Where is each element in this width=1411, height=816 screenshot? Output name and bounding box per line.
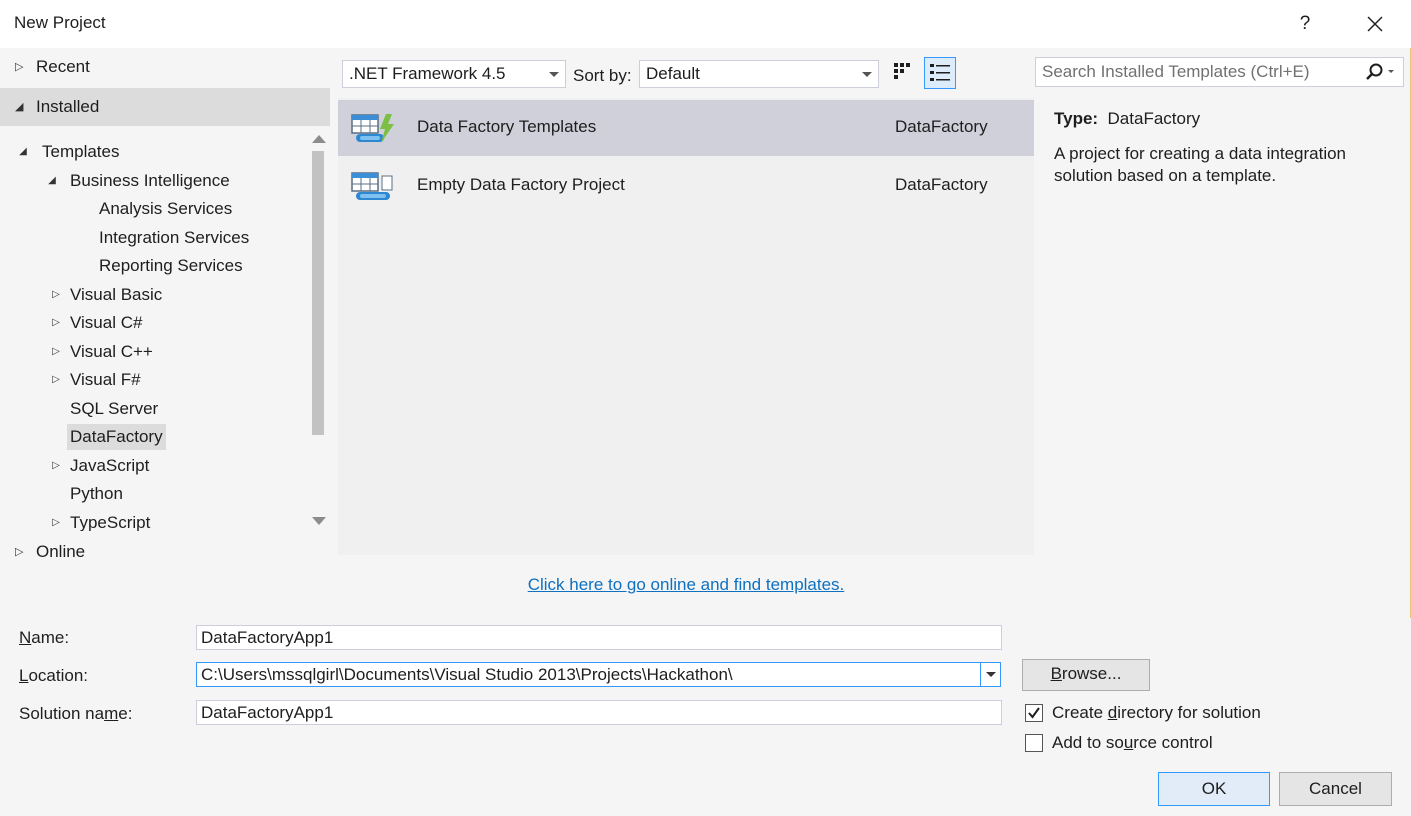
section-installed-label: Installed (36, 97, 100, 116)
sort-dropdown[interactable]: Default (639, 60, 879, 88)
collapse-arrow-icon[interactable]: ◢ (16, 139, 30, 165)
section-installed[interactable]: ◢ Installed (0, 88, 330, 126)
add-source-control-label[interactable]: Add to source control (1052, 732, 1213, 754)
search-icon[interactable] (1362, 62, 1398, 82)
create-directory-label[interactable]: Create directory for solution (1052, 702, 1261, 724)
sort-value: Default (646, 64, 700, 83)
tree-item-label: DataFactory (67, 424, 166, 450)
name-label: Name: (19, 628, 70, 647)
template-item[interactable]: Data Factory Templates DataFactory (338, 100, 1034, 156)
section-online-label: Online (36, 542, 86, 561)
tree-item-label: Python (70, 484, 123, 503)
chevron-down-icon (862, 72, 872, 77)
scroll-down-icon[interactable] (312, 517, 326, 525)
search-placeholder: Search Installed Templates (Ctrl+E) (1042, 62, 1310, 81)
expand-arrow-icon: ▷ (15, 61, 24, 73)
location-field[interactable]: C:\Users\mssqlgirl\Documents\Visual Stud… (196, 662, 981, 687)
solution-name-field[interactable]: DataFactoryApp1 (196, 700, 1002, 725)
expand-arrow-icon: ▷ (15, 546, 24, 558)
data-factory-templates-icon (351, 114, 394, 143)
framework-value: .NET Framework 4.5 (349, 64, 506, 83)
tree-item-label: Visual C# (70, 313, 143, 332)
dialog-title: New Project (14, 13, 106, 32)
add-source-control-checkbox[interactable] (1025, 734, 1043, 752)
tree-item-label: JavaScript (70, 456, 150, 475)
template-type: DataFactory (895, 175, 988, 194)
small-icons-view-button[interactable] (887, 57, 919, 89)
section-recent-label: Recent (36, 57, 90, 76)
location-value: C:\Users\mssqlgirl\Documents\Visual Stud… (201, 665, 733, 684)
template-item[interactable]: Empty Data Factory Project DataFactory (338, 158, 1034, 214)
expand-arrow-icon[interactable]: ▷ (49, 282, 63, 308)
cancel-button[interactable]: Cancel (1279, 772, 1392, 806)
chevron-down-icon (986, 672, 996, 677)
scroll-thumb[interactable] (312, 151, 324, 435)
details-type-value: DataFactory (1107, 109, 1201, 128)
list-view-icon (930, 64, 950, 81)
expand-arrow-icon[interactable]: ▷ (49, 310, 63, 336)
details-type-line: Type: DataFactory (1054, 108, 1394, 130)
expand-arrow-icon[interactable]: ▷ (49, 510, 63, 531)
template-tree[interactable]: ◢ Templates ◢ Business Intelligence Anal… (0, 129, 330, 531)
tree-item-label: Visual Basic (70, 285, 163, 304)
section-online[interactable]: ▷ Online (0, 533, 330, 571)
empty-data-factory-icon (351, 172, 393, 200)
tree-item-label: Integration Services (99, 228, 250, 247)
search-templates-input[interactable]: Search Installed Templates (Ctrl+E) (1035, 57, 1404, 87)
close-button[interactable] (1358, 8, 1392, 40)
template-name: Empty Data Factory Project (417, 175, 625, 194)
grid-view-icon (894, 63, 910, 79)
solution-name-label: Solution name: (19, 704, 133, 723)
browse-button[interactable]: Browse... (1022, 659, 1150, 691)
expand-arrow-icon[interactable]: ▷ (49, 367, 63, 393)
tree-item-label: Visual C++ (70, 342, 153, 361)
scroll-up-icon[interactable] (312, 135, 326, 143)
sort-by-label: Sort by: (573, 66, 632, 85)
tree-item-label: Business Intelligence (70, 171, 230, 190)
checkmark-icon (1028, 707, 1040, 719)
online-templates-link[interactable]: Click here to go online and find templat… (338, 575, 1034, 595)
collapse-arrow-icon: ◢ (15, 101, 24, 113)
help-button[interactable]: ? (1288, 8, 1322, 40)
details-type-label: Type: (1054, 109, 1099, 128)
chevron-down-icon (549, 72, 559, 77)
title-bar: New Project ? (0, 0, 1411, 48)
tree-item-label: SQL Server (70, 399, 159, 418)
tree-item-label: Analysis Services (99, 199, 233, 218)
framework-dropdown[interactable]: .NET Framework 4.5 (342, 60, 566, 88)
name-field[interactable]: DataFactoryApp1 (196, 625, 1002, 650)
location-label: Location: (19, 666, 89, 685)
solution-name-value: DataFactoryApp1 (201, 703, 334, 722)
create-directory-checkbox[interactable] (1025, 704, 1043, 722)
tree-item-label: Visual F# (70, 370, 141, 389)
template-name: Data Factory Templates (417, 117, 597, 136)
expand-arrow-icon[interactable]: ▷ (49, 453, 63, 479)
close-icon (1367, 16, 1383, 32)
template-list[interactable]: Data Factory Templates DataFactory Empty… (338, 98, 1034, 555)
section-recent[interactable]: ▷ Recent (0, 48, 330, 86)
tree-item-label: TypeScript (70, 513, 151, 531)
template-type: DataFactory (895, 117, 988, 136)
collapse-arrow-icon[interactable]: ◢ (45, 168, 59, 194)
name-value: DataFactoryApp1 (201, 628, 334, 647)
tree-scrollbar[interactable] (306, 131, 330, 531)
ok-button[interactable]: OK (1158, 772, 1270, 806)
tree-item-label: Templates (42, 142, 120, 161)
list-view-button[interactable] (924, 57, 956, 89)
location-dropdown-button[interactable] (980, 662, 1001, 687)
template-details: Type: DataFactory A project for creating… (1054, 108, 1394, 187)
expand-arrow-icon[interactable]: ▷ (49, 339, 63, 365)
details-description: A project for creating a data integratio… (1054, 144, 1347, 185)
tree-item-label: Reporting Services (99, 256, 243, 275)
